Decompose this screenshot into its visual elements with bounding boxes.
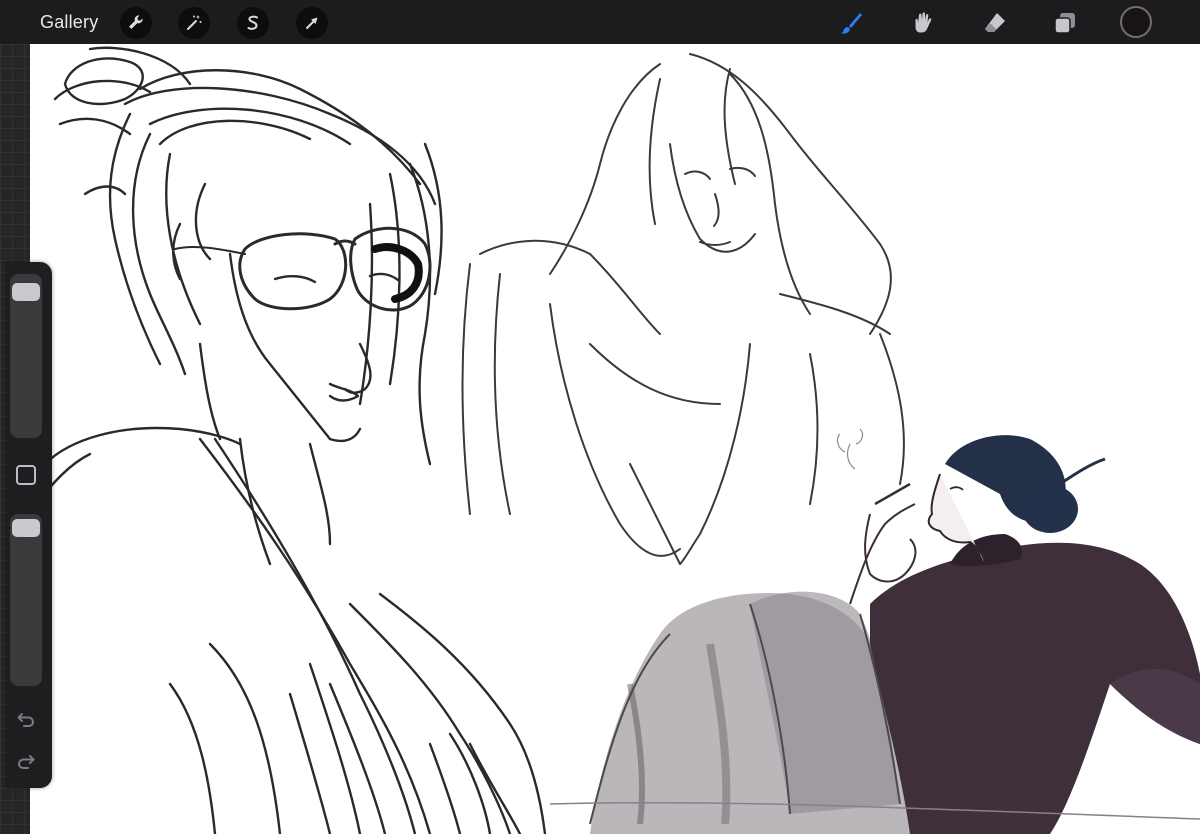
magic-wand-icon xyxy=(187,15,202,30)
wrench-icon xyxy=(129,15,143,29)
redo-button[interactable] xyxy=(14,750,38,774)
brush-tool-button[interactable] xyxy=(836,8,866,38)
actions-button[interactable] xyxy=(120,7,152,39)
selection-s-icon xyxy=(247,15,258,30)
gallery-button[interactable]: Gallery xyxy=(40,10,98,34)
brush-opacity-slider[interactable] xyxy=(10,514,42,686)
selection-button[interactable] xyxy=(237,7,269,39)
brush-icon xyxy=(841,13,862,34)
brush-size-slider[interactable] xyxy=(10,274,42,438)
redo-icon xyxy=(17,755,35,769)
procreate-app: Gallery xyxy=(0,0,1200,834)
sketch-artwork xyxy=(30,46,1200,834)
layers-button[interactable] xyxy=(1050,8,1080,38)
undo-icon xyxy=(17,713,35,727)
color-picker-swatch[interactable] xyxy=(1120,6,1152,38)
sketch-woman-glasses xyxy=(30,46,547,834)
smudge-icon xyxy=(915,12,932,33)
sidebar-controls xyxy=(6,262,52,788)
smudge-tool-button[interactable] xyxy=(908,8,938,38)
brush-size-thumb[interactable] xyxy=(12,283,40,302)
eraser-tool-button[interactable] xyxy=(980,8,1010,38)
undo-button[interactable] xyxy=(14,708,38,732)
adjustments-button[interactable] xyxy=(178,7,210,39)
layers-icon xyxy=(1054,13,1075,34)
drawing-canvas[interactable] xyxy=(30,44,1200,834)
sketch-reclining-smoker xyxy=(549,428,1200,834)
eraser-icon xyxy=(985,13,1005,32)
top-toolbar: Gallery xyxy=(0,0,1200,44)
modify-button[interactable] xyxy=(16,465,36,485)
sketch-woman-long-hair xyxy=(461,53,905,565)
arrow-cursor-icon xyxy=(306,17,318,29)
brush-opacity-thumb[interactable] xyxy=(12,519,40,537)
transform-button[interactable] xyxy=(296,7,328,39)
